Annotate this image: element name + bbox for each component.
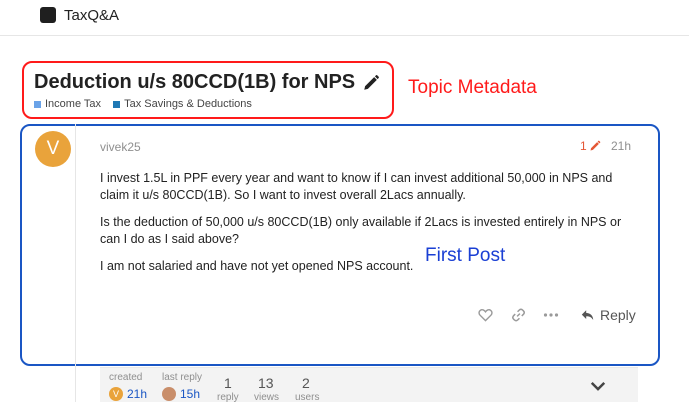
category-label: Income Tax [45, 98, 102, 110]
replies-count: 1 [224, 375, 232, 391]
reply-icon [581, 310, 594, 320]
topic-metadata-annotation: Topic Metadata [408, 77, 537, 98]
edit-history-button[interactable]: 1 [580, 139, 601, 153]
post-paragraph: Is the deduction of 50,000 u/s 80CCD(1B)… [100, 215, 622, 246]
pencil-icon [590, 140, 601, 151]
views-count: 13 [258, 375, 274, 391]
reply-label: Reply [600, 307, 636, 323]
category-label: Tax Savings & Deductions [124, 98, 252, 110]
category-color-swatch [113, 100, 121, 108]
post-actions: Reply [0, 306, 689, 324]
post-paragraph: I am not salaried and have not yet opene… [100, 259, 414, 273]
category-badge[interactable]: Income Tax [34, 98, 101, 110]
link-icon[interactable] [511, 306, 526, 324]
topic-categories: Income Tax Tax Savings & Deductions [34, 98, 261, 111]
category-badge[interactable]: Tax Savings & Deductions [113, 98, 252, 110]
heart-icon[interactable] [478, 306, 493, 324]
timeline-divider [75, 124, 76, 402]
chevron-down-icon[interactable] [585, 376, 611, 396]
replies-label: reply [217, 392, 239, 402]
topic-title[interactable]: Deduction u/s 80CCD(1B) for NPS [34, 71, 355, 94]
created-label: created [109, 372, 143, 383]
users-count: 2 [302, 375, 310, 391]
site-header: TaxQ&A [0, 0, 689, 36]
last-reply-label: last reply [162, 372, 203, 383]
reply-button[interactable]: Reply [580, 306, 636, 324]
edit-title-icon[interactable] [362, 74, 380, 92]
more-options-icon[interactable] [543, 306, 559, 324]
post-username[interactable]: vivek25 [100, 140, 141, 154]
site-logo-icon[interactable] [40, 7, 60, 27]
avatar[interactable] [162, 387, 176, 401]
last-reply-time[interactable]: 15h [180, 387, 200, 401]
site-title[interactable]: TaxQ&A [64, 7, 119, 24]
views-label: views [254, 392, 280, 402]
edit-count: 1 [580, 139, 587, 153]
created-time[interactable]: 21h [127, 387, 147, 401]
post-paragraph: I invest 1.5L in PPF every year and want… [100, 171, 613, 202]
users-label: users [295, 392, 320, 402]
first-post-annotation: First Post [425, 245, 506, 266]
category-color-swatch [34, 100, 41, 108]
avatar[interactable]: V [109, 387, 123, 401]
post-date[interactable]: 21h [611, 139, 631, 153]
post-body: I invest 1.5L in PPF every year and want… [100, 170, 640, 285]
avatar[interactable]: V [35, 131, 71, 167]
topic-map: created V 21h last reply 15h 1 reply 13 … [100, 367, 638, 402]
